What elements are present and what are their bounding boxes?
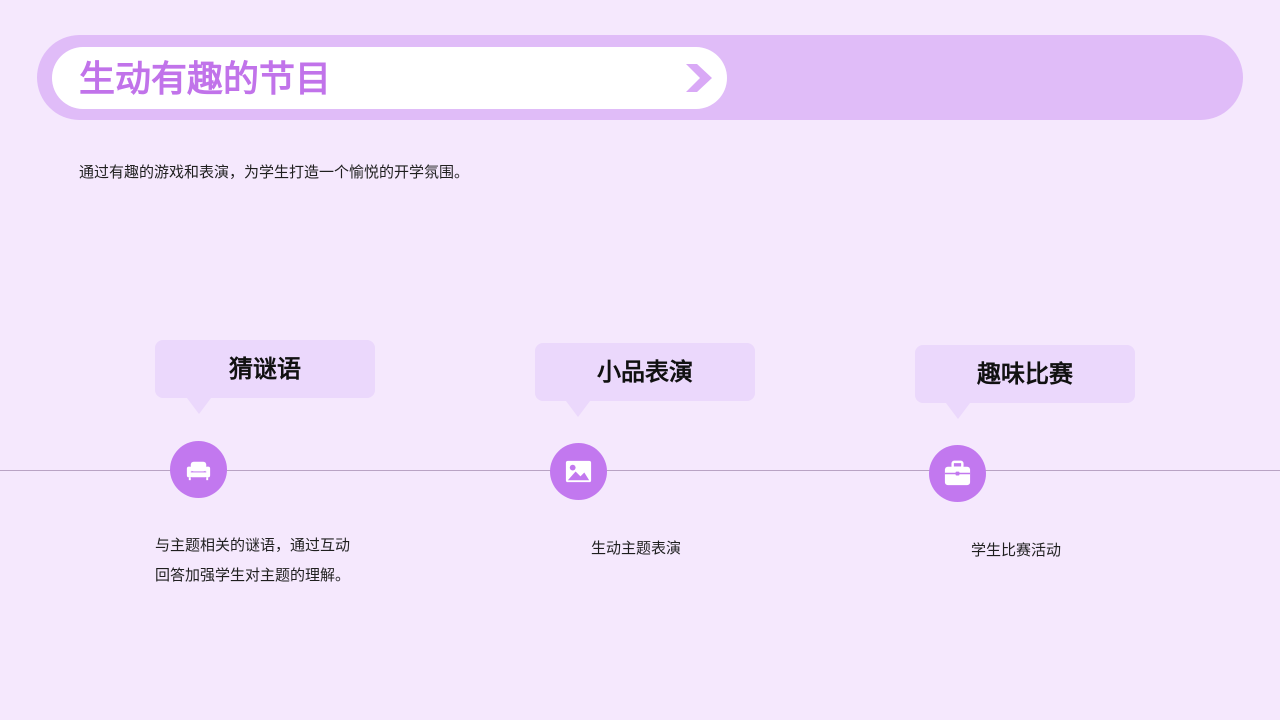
item-1-bubble-tail [187,398,211,414]
item-3-bubble-tail [946,403,970,419]
sofa-icon [186,461,211,481]
item-1-description: 与主题相关的谜语，通过互动 回答加强学生对主题的理解。 [155,530,350,590]
chevron-right-icon [686,64,712,92]
item-1-description-line-2: 回答加强学生对主题的理解。 [155,566,351,584]
item-2-icon-circle [550,443,607,500]
item-3-description: 学生比赛活动 [971,535,1061,565]
item-1-title-bubble: 猜谜语 [155,340,375,398]
item-2-bubble-tail [566,401,590,417]
toolbox-icon [944,460,971,486]
item-2-description: 生动主题表演 [591,533,681,563]
image-icon [565,460,592,483]
item-2-title-bubble: 小品表演 [535,343,755,401]
page-subtitle: 通过有趣的游戏和表演，为学生打造一个愉悦的开学氛围。 [79,163,470,181]
item-3-title-bubble: 趣味比赛 [915,345,1135,403]
item-1-title: 猜谜语 [229,355,301,383]
item-3-icon-circle [929,445,986,502]
item-3-description-line-1: 学生比赛活动 [971,541,1062,559]
item-2-title: 小品表演 [597,358,693,386]
item-2-description-line-1: 生动主题表演 [591,539,682,557]
page-title: 生动有趣的节目 [79,59,332,100]
item-3-title: 趣味比赛 [977,360,1073,388]
item-1-icon-circle [170,441,227,498]
item-1-description-line-1: 与主题相关的谜语，通过互动 [155,536,351,554]
